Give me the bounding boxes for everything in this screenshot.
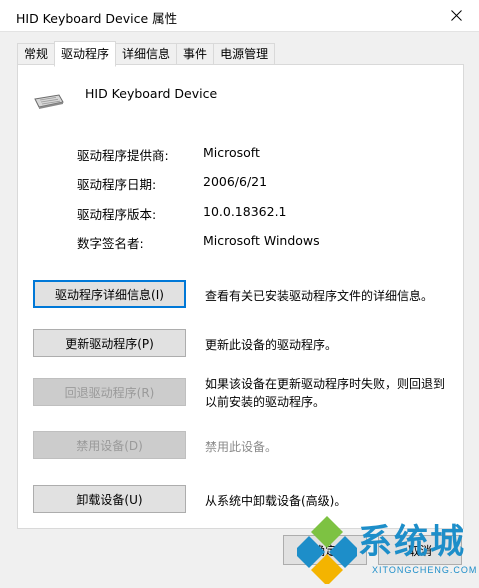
- tab-events[interactable]: 事件: [176, 43, 215, 65]
- property-label: 数字签名者:: [77, 236, 144, 251]
- tab-driver[interactable]: 驱动程序: [54, 41, 117, 67]
- update-driver-description: 更新此设备的驱动程序。: [205, 338, 338, 352]
- roll-back-driver-button[interactable]: 回退驱动程序(R): [33, 378, 186, 406]
- close-button[interactable]: [433, 0, 479, 31]
- property-label: 驱动程序版本:: [77, 207, 157, 222]
- watermark-text: 系统城: [358, 522, 466, 562]
- window-title: HID Keyboard Device 属性: [16, 11, 178, 26]
- watermark-logo-icon: [297, 516, 357, 584]
- watermark: 系统城 XITONGCHENG.COM: [295, 510, 479, 588]
- driver-details-description: 查看有关已安装驱动程序文件的详细信息。: [205, 289, 434, 303]
- tab-strip: 常规 驱动程序 详细信息 事件 电源管理: [17, 41, 276, 67]
- device-name: HID Keyboard Device: [85, 86, 218, 101]
- close-icon: [450, 10, 462, 21]
- driver-details-button[interactable]: 驱动程序详细信息(I): [33, 280, 186, 308]
- property-label: 驱动程序日期:: [77, 177, 157, 192]
- uninstall-device-description: 从系统中卸载设备(高级)。: [205, 494, 347, 508]
- driver-panel: HID Keyboard Device 驱动程序提供商: Microsoft 驱…: [17, 64, 464, 529]
- property-label: 驱动程序提供商:: [77, 148, 169, 163]
- update-driver-button[interactable]: 更新驱动程序(P): [33, 329, 186, 357]
- tab-general[interactable]: 常规: [17, 43, 56, 65]
- property-value: 10.0.18362.1: [203, 204, 287, 219]
- tab-details[interactable]: 详细信息: [115, 43, 178, 65]
- title-bar: HID Keyboard Device 属性: [0, 0, 479, 32]
- roll-back-driver-description: 如果该设备在更新驱动程序时失败，则回退到以前安装的驱动程序。: [205, 377, 446, 409]
- keyboard-icon: [34, 94, 64, 109]
- tab-power[interactable]: 电源管理: [213, 43, 276, 65]
- property-value: Microsoft: [203, 145, 260, 160]
- watermark-subtext: XITONGCHENG.COM: [372, 565, 478, 575]
- property-value: Microsoft Windows: [203, 233, 320, 248]
- disable-device-button[interactable]: 禁用设备(D): [33, 431, 186, 459]
- uninstall-device-button[interactable]: 卸载设备(U): [33, 485, 186, 513]
- disable-device-description: 禁用此设备。: [205, 440, 278, 454]
- property-value: 2006/6/21: [203, 174, 268, 189]
